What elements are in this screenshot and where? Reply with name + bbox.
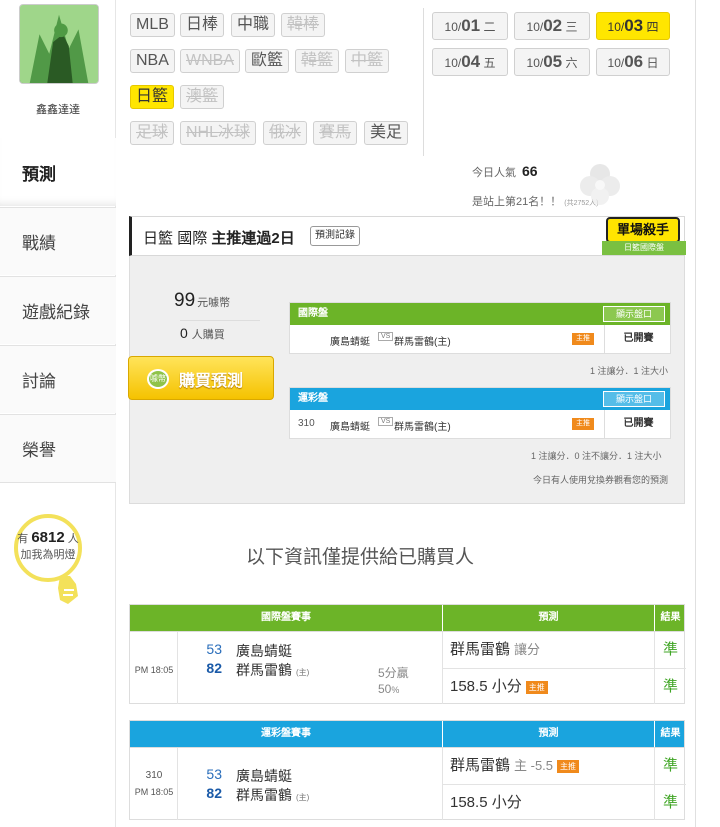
league-soccer: 足球 [130, 121, 175, 145]
prediction-body: 99 元噱幣 0 人購買 噱幣 購買預測 國際盤 顯示盤口 廣島蜻蜓 VS 群馬雷鶴… [128, 256, 685, 504]
date-1004[interactable]: 10/04 五 [432, 48, 508, 76]
league-kbo: 韓棒 [281, 13, 326, 37]
nav-prediction[interactable]: 預測 [0, 138, 116, 206]
result-spread: 準 [654, 748, 686, 784]
pick-spread: 群馬雷鶴 讓分 [442, 632, 654, 668]
nav-game-history[interactable]: 遊戲紀錄 [0, 276, 116, 344]
margin: 5分贏 [378, 666, 409, 680]
league-cba: 中籃 [345, 49, 390, 73]
ticket-note: 今日有人使用兌換券觀看您的預測 [533, 475, 669, 485]
league-npb[interactable]: 日棒 [180, 13, 225, 37]
prediction-title: 日籃 國際 主推連過2日 [143, 230, 295, 247]
lottery-result-header: 運彩盤賽事 預測 結果 [130, 721, 684, 747]
result-spread: 準 [654, 632, 686, 668]
coin-icon: 噱幣 [147, 369, 169, 389]
league-horse-racing: 賽馬 [313, 121, 358, 145]
intl-mini-header: 國際盤 顯示盤口 [290, 303, 670, 325]
main-pick-tag: 主推 [572, 333, 594, 345]
prediction-record-button[interactable]: 預測記錄 [310, 226, 360, 246]
main-pick-tag: 主推 [557, 759, 580, 773]
buy-prediction-button[interactable]: 噱幣 購買預測 [128, 356, 274, 400]
home-team: 82 群馬雷鶴 (主) [206, 785, 310, 803]
username[interactable]: 鑫鑫達達 [0, 101, 116, 117]
main-pick-tag: 主推 [572, 418, 594, 430]
league-nba[interactable]: NBA [130, 49, 175, 73]
league-khl: 俄冰 [263, 121, 308, 145]
league-au-basketball: 澳籃 [180, 85, 225, 109]
game-state: 已開賽 [604, 325, 672, 353]
today-popularity: 今日人氣 66 [472, 163, 538, 179]
intl-mini-table: 國際盤 顯示盤口 廣島蜻蜓 VS 群馬雷鶴(主) 主推 已開賽 [289, 302, 671, 354]
bulb-icon [58, 576, 78, 604]
table-row: PM 18:05 53 廣島蜻蜓 82 群馬雷鶴 (主) 5分贏 50% 群馬雷鶴… [130, 631, 686, 704]
league-jp-basketball[interactable]: 日籃 [130, 85, 175, 109]
date-1006[interactable]: 10/06 日 [596, 48, 670, 76]
nav-record[interactable]: 戰績 [0, 207, 116, 275]
game-state: 已開賽 [604, 410, 672, 438]
show-odds-button[interactable]: 顯示盤口 [603, 306, 665, 322]
result-total: 準 [654, 668, 686, 704]
nav-discussion[interactable]: 討論 [0, 345, 116, 413]
single-killer-badge: 單場殺手 日籃國際盤 [602, 215, 688, 261]
buyer-count: 0 人購買 [180, 320, 260, 342]
buyers-only-message: 以下資訊僅提供給已購買人 [245, 547, 474, 568]
vs-icon: VS [378, 417, 394, 426]
league-mlb[interactable]: MLB [130, 13, 175, 37]
lottery-mini-header: 運彩盤 顯示盤口 [290, 388, 670, 410]
game-time: PM 18:05 [130, 632, 178, 704]
game-time: 310 PM 18:05 [130, 748, 178, 820]
intl-result-header: 國際盤賽事 預測 結果 [130, 605, 684, 631]
away-team: 53 廣島蜻蜓 [206, 641, 292, 659]
pick-total: 158.5 小分 主推 [442, 668, 654, 704]
show-odds-button[interactable]: 顯示盤口 [603, 391, 665, 407]
date-1001[interactable]: 10/01 二 [432, 12, 508, 40]
date-1005[interactable]: 10/05 六 [514, 48, 590, 76]
pick-total: 158.5 小分 [442, 784, 654, 820]
date-1002[interactable]: 10/02 三 [514, 12, 590, 40]
league-cpbl[interactable]: 中職 [231, 13, 276, 37]
away-team: 53 廣島蜻蜓 [206, 766, 292, 784]
flower-icon [580, 164, 620, 205]
result-total: 準 [654, 784, 686, 820]
nav-honor[interactable]: 榮譽 [0, 414, 116, 482]
lottery-mini-table: 運彩盤 顯示盤口 310 廣島蜻蜓 VS 群馬雷鶴(主) 主推 已開賽 [289, 387, 671, 439]
league-nhl: NHL冰球 [180, 121, 257, 145]
avatar-image [20, 5, 98, 83]
league-wnba: WNBA [180, 49, 240, 73]
table-row: 廣島蜻蜓 VS 群馬雷鶴(主) 主推 已開賽 [290, 325, 670, 353]
intl-result-table: 國際盤賽事 預測 結果 PM 18:05 53 廣島蜻蜓 82 群馬雷鶴 (主) … [129, 604, 686, 704]
price: 99 元噱幣 [174, 290, 231, 311]
main-pick-tag: 主推 [525, 680, 548, 694]
lottery-bet-note: 1 注讓分．0 注不讓分．1 注大小 [531, 451, 662, 461]
table-row: 310 PM 18:05 53 廣島蜻蜓 82 群馬雷鶴 (主) 群馬雷鶴主 -5… [130, 747, 686, 820]
avatar[interactable] [19, 4, 99, 84]
percent: 50% [378, 682, 400, 696]
sidebar: 鑫鑫達達 預測 戰績 遊戲紀錄 討論 榮譽 有 6812 人 加我為明燈 [0, 0, 116, 827]
intl-bet-note: 1 注讓分．1 注大小 [590, 366, 669, 376]
date-1003[interactable]: 10/03 四 [596, 12, 670, 40]
divider [423, 8, 424, 156]
table-row: 310 廣島蜻蜓 VS 群馬雷鶴(主) 主推 已開賽 [290, 410, 670, 438]
lottery-result-table: 運彩盤賽事 預測 結果 310 PM 18:05 53 廣島蜻蜓 82 群馬雷鶴… [129, 720, 686, 820]
league-nfl[interactable]: 美足 [364, 121, 409, 145]
league-euro-basketball[interactable]: 歐籃 [245, 49, 290, 73]
prediction-header: 日籃 國際 主推連過2日 預測記錄 單場殺手 日籃國際盤 [129, 216, 686, 256]
vs-icon: VS [378, 332, 394, 341]
league-kbl: 韓籃 [295, 49, 340, 73]
pick-spread: 群馬雷鶴主 -5.5 主推 [442, 748, 654, 784]
